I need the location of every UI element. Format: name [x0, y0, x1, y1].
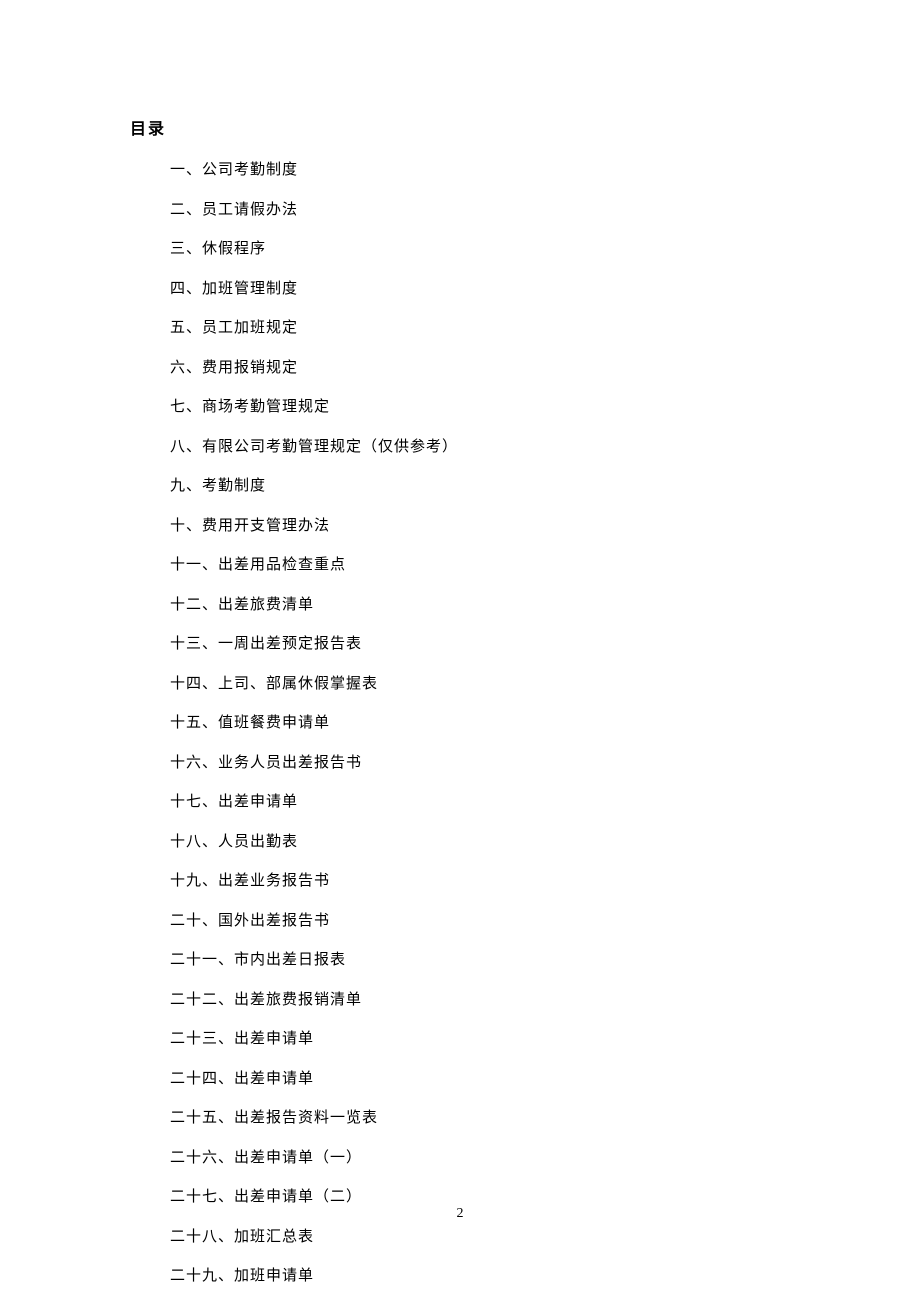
toc-item: 十四、上司、部属休假掌握表 — [170, 673, 790, 696]
toc-item: 十、费用开支管理办法 — [170, 515, 790, 538]
toc-item: 十三、一周出差预定报告表 — [170, 633, 790, 656]
toc-item: 十八、人员出勤表 — [170, 831, 790, 854]
toc-item: 十一、出差用品检查重点 — [170, 554, 790, 577]
toc-item: 十二、出差旅费清单 — [170, 594, 790, 617]
toc-item: 二十四、出差申请单 — [170, 1068, 790, 1091]
toc-item: 二十六、出差申请单（一） — [170, 1147, 790, 1170]
toc-item: 十九、出差业务报告书 — [170, 870, 790, 893]
toc-item: 十五、值班餐费申请单 — [170, 712, 790, 735]
page-number: 2 — [457, 1206, 464, 1222]
toc-item: 九、考勤制度 — [170, 475, 790, 498]
toc-item: 一、公司考勤制度 — [170, 159, 790, 182]
toc-title: 目录 — [130, 115, 790, 139]
toc-list: 一、公司考勤制度 二、员工请假办法 三、休假程序 四、加班管理制度 五、员工加班… — [130, 159, 790, 1288]
toc-item: 五、员工加班规定 — [170, 317, 790, 340]
toc-item: 十七、出差申请单 — [170, 791, 790, 814]
toc-item: 二十五、出差报告资料一览表 — [170, 1107, 790, 1130]
toc-item: 二十一、市内出差日报表 — [170, 949, 790, 972]
toc-item: 二十二、出差旅费报销清单 — [170, 989, 790, 1012]
toc-item: 七、商场考勤管理规定 — [170, 396, 790, 419]
toc-item: 十六、业务人员出差报告书 — [170, 752, 790, 775]
toc-item: 八、有限公司考勤管理规定（仅供参考） — [170, 436, 790, 459]
toc-item: 二十八、加班汇总表 — [170, 1226, 790, 1249]
page-container: 目录 一、公司考勤制度 二、员工请假办法 三、休假程序 四、加班管理制度 五、员… — [0, 0, 920, 1288]
toc-item: 六、费用报销规定 — [170, 357, 790, 380]
toc-item: 二、员工请假办法 — [170, 199, 790, 222]
toc-item: 三、休假程序 — [170, 238, 790, 261]
toc-item: 二十九、加班申请单 — [170, 1265, 790, 1288]
toc-item: 二十七、出差申请单（二） — [170, 1186, 790, 1209]
toc-item: 四、加班管理制度 — [170, 278, 790, 301]
toc-item: 二十、国外出差报告书 — [170, 910, 790, 933]
toc-item: 二十三、出差申请单 — [170, 1028, 790, 1051]
